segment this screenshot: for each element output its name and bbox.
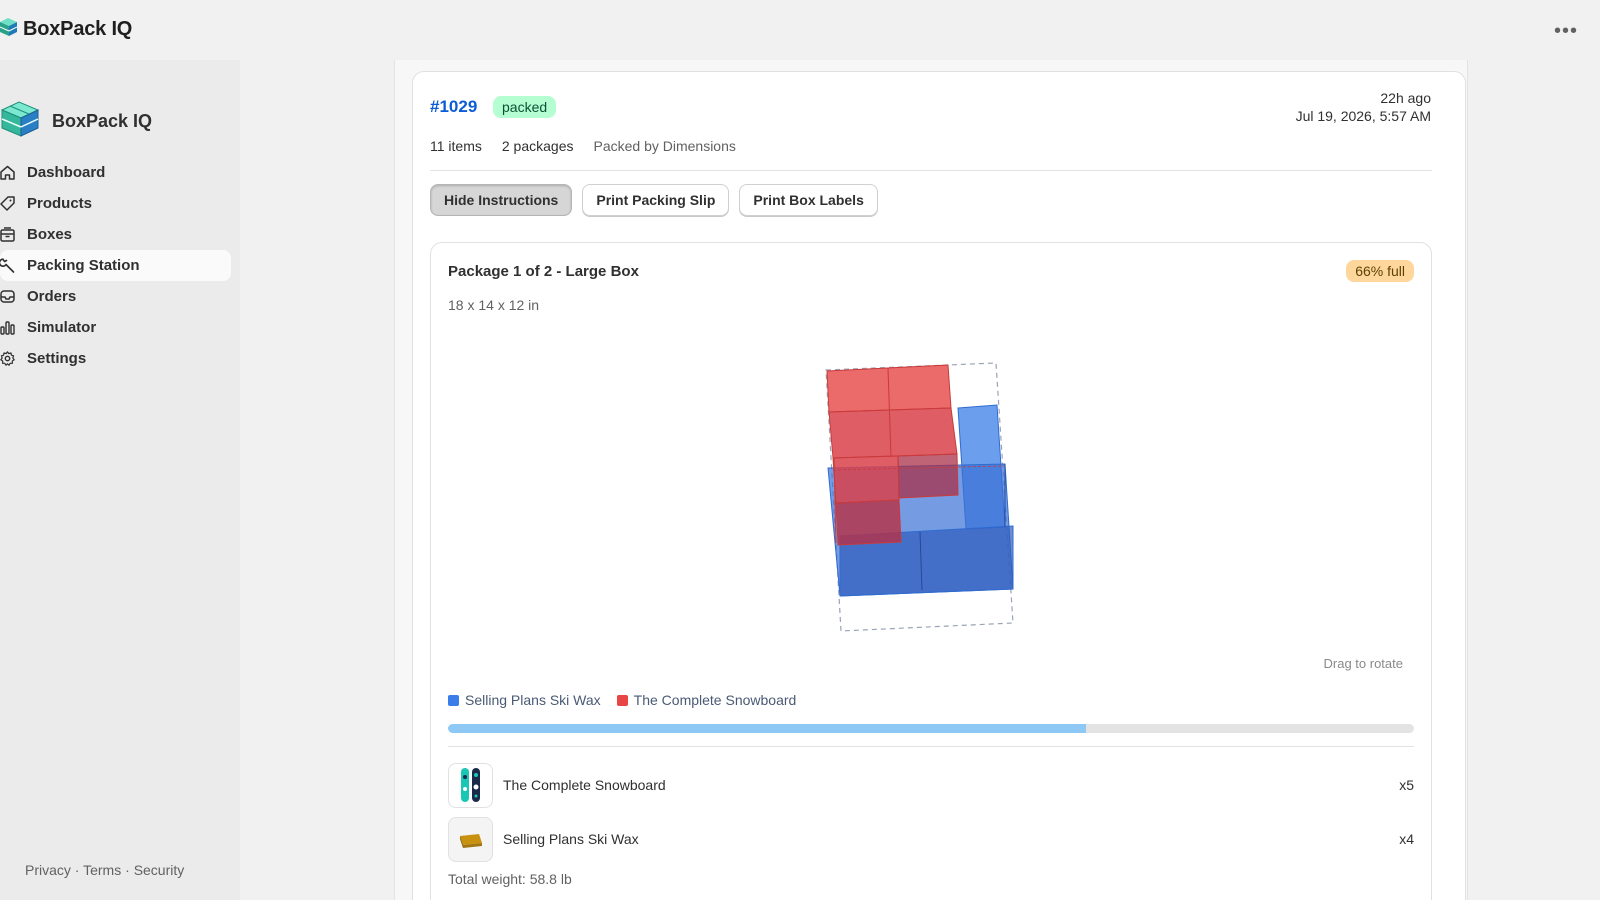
legend: Selling Plans Ski Wax The Complete Snowb… bbox=[448, 692, 796, 708]
app-title: BoxPack IQ bbox=[23, 18, 133, 40]
gear-icon bbox=[0, 350, 17, 367]
sidebar-brand[interactable]: BoxPack IQ bbox=[0, 100, 152, 143]
footer-separator: · bbox=[70, 862, 84, 878]
sidebar-item-settings[interactable]: Settings bbox=[0, 343, 231, 374]
divider bbox=[430, 170, 1432, 171]
box-icon bbox=[0, 226, 17, 243]
wrench-icon bbox=[0, 257, 17, 274]
brand-logo-icon bbox=[0, 100, 40, 143]
more-options-icon[interactable]: ••• bbox=[1554, 20, 1578, 43]
security-link[interactable]: Security bbox=[134, 862, 185, 878]
item-name: The Complete Snowboard bbox=[503, 777, 666, 793]
sidebar-item-boxes[interactable]: Boxes bbox=[0, 219, 231, 250]
snowboard-thumb-icon bbox=[448, 762, 493, 808]
legend-swatch bbox=[616, 694, 628, 706]
fill-badge: 66% full bbox=[1346, 260, 1414, 282]
sidebar: BoxPack IQ Dashboard Products Boxes Pack… bbox=[0, 60, 240, 900]
hide-instructions-button[interactable]: Hide Instructions bbox=[430, 184, 573, 216]
bar-chart-icon bbox=[0, 319, 17, 336]
print-packing-slip-button[interactable]: Print Packing Slip bbox=[582, 184, 730, 216]
top-bar: BoxPack IQ ••• bbox=[0, 0, 1600, 60]
status-badge: packed bbox=[493, 96, 557, 118]
order-meta: 11 items 2 packages Packed by Dimensions bbox=[430, 138, 736, 154]
order-number-link[interactable]: #1029 bbox=[430, 97, 477, 117]
sidebar-item-label: Simulator bbox=[27, 319, 97, 336]
footer-separator: · bbox=[121, 862, 134, 878]
main-content: #1029 packed 22h ago Jul 19, 2026, 5:57 … bbox=[394, 60, 1468, 900]
sidebar-item-label: Packing Station bbox=[27, 257, 140, 274]
legend-label: Selling Plans Ski Wax bbox=[465, 692, 601, 708]
drag-to-rotate-hint: Drag to rotate bbox=[1323, 656, 1404, 671]
item-quantity: x5 bbox=[1399, 777, 1414, 793]
item-name: Selling Plans Ski Wax bbox=[503, 831, 639, 847]
packed-by: Packed by Dimensions bbox=[593, 138, 736, 154]
divider bbox=[448, 746, 1414, 747]
order-timestamp: Jul 19, 2026, 5:57 AM bbox=[1295, 108, 1431, 124]
legend-swatch bbox=[448, 694, 459, 706]
box-3d-render bbox=[825, 362, 1014, 632]
order-card: #1029 packed 22h ago Jul 19, 2026, 5:57 … bbox=[412, 71, 1466, 900]
sidebar-item-products[interactable]: Products bbox=[0, 188, 231, 219]
packages-count: 2 packages bbox=[501, 138, 574, 154]
fill-progress-track bbox=[448, 724, 1414, 733]
sidebar-item-orders[interactable]: Orders bbox=[0, 281, 231, 312]
ski-wax-thumb-icon bbox=[448, 816, 493, 862]
box-3d-viewer[interactable] bbox=[448, 328, 1414, 683]
list-item: Selling Plans Ski Wax x4 bbox=[448, 812, 1414, 866]
order-time-ago: 22h ago bbox=[1380, 90, 1431, 106]
sidebar-item-label: Boxes bbox=[27, 226, 73, 243]
legend-label: The Complete Snowboard bbox=[633, 692, 797, 708]
terms-link[interactable]: Terms bbox=[83, 862, 121, 878]
sidebar-item-label: Settings bbox=[27, 350, 87, 367]
print-box-labels-button[interactable]: Print Box Labels bbox=[739, 184, 878, 216]
inbox-icon bbox=[0, 288, 17, 305]
app-logo-icon bbox=[0, 17, 18, 42]
total-weight: Total weight: 58.8 lb bbox=[448, 871, 572, 887]
tag-icon bbox=[0, 195, 17, 212]
sidebar-item-label: Products bbox=[27, 195, 93, 212]
sidebar-item-dashboard[interactable]: Dashboard bbox=[0, 157, 231, 188]
home-icon bbox=[0, 164, 17, 181]
package-items-list: The Complete Snowboard x5 Selling Plans … bbox=[448, 758, 1414, 866]
list-item: The Complete Snowboard x5 bbox=[448, 758, 1414, 812]
sidebar-item-label: Orders bbox=[27, 288, 77, 305]
sidebar-item-packing-station[interactable]: Packing Station bbox=[0, 250, 231, 281]
app-brand: BoxPack IQ bbox=[0, 17, 132, 42]
action-bar: Hide Instructions Print Packing Slip Pri… bbox=[430, 184, 878, 216]
sidebar-item-simulator[interactable]: Simulator bbox=[0, 312, 231, 343]
legend-item-ski-wax: Selling Plans Ski Wax bbox=[448, 692, 601, 708]
package-card: Package 1 of 2 - Large Box 66% full 18 x… bbox=[430, 242, 1432, 900]
fill-progress-bar bbox=[448, 724, 1086, 733]
package-dimensions: 18 x 14 x 12 in bbox=[448, 297, 540, 313]
sidebar-nav: Dashboard Products Boxes Packing Station… bbox=[0, 157, 231, 374]
package-title: Package 1 of 2 - Large Box bbox=[448, 263, 639, 280]
privacy-link[interactable]: Privacy bbox=[25, 862, 71, 878]
sidebar-brand-title: BoxPack IQ bbox=[52, 111, 153, 131]
sidebar-footer: Privacy · Terms · Security bbox=[25, 862, 184, 878]
items-count: 11 items bbox=[430, 138, 482, 154]
legend-item-snowboard: The Complete Snowboard bbox=[616, 692, 797, 708]
sidebar-item-label: Dashboard bbox=[27, 164, 106, 181]
item-quantity: x4 bbox=[1399, 831, 1414, 847]
